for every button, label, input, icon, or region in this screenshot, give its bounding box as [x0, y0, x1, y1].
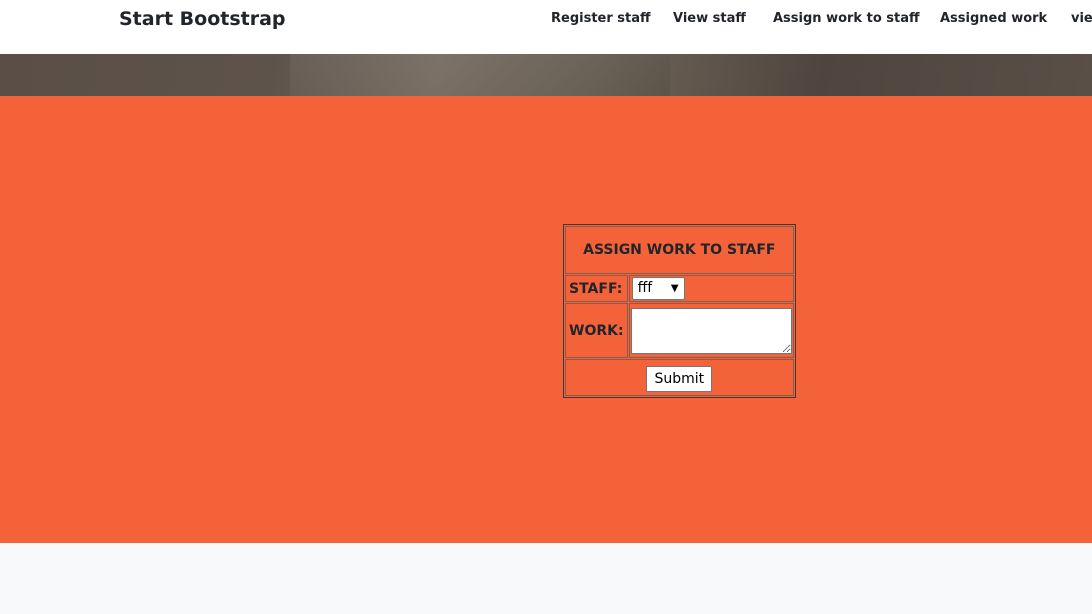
- nav-link-view-staff[interactable]: View staff: [673, 11, 746, 26]
- submit-cell: Submit: [565, 359, 794, 396]
- nav-link-assigned-work[interactable]: Assigned work: [940, 11, 1047, 26]
- top-navbar: Start Bootstrap Register staff View staf…: [0, 0, 1092, 54]
- work-textarea-cell: [628, 303, 794, 358]
- submit-button[interactable]: Submit: [646, 366, 713, 392]
- footer-area: [0, 543, 1092, 614]
- staff-label: STAFF:: [565, 275, 628, 302]
- staff-select[interactable]: fff ▼: [631, 277, 685, 300]
- nav-link-assign-work[interactable]: Assign work to staff: [773, 11, 920, 26]
- dropdown-arrow-icon: ▼: [670, 283, 679, 294]
- assign-work-form: ASSIGN WORK TO STAFF STAFF: fff ▼ WORK: …: [563, 224, 796, 398]
- work-label: WORK:: [565, 303, 628, 358]
- form-title: ASSIGN WORK TO STAFF: [565, 226, 794, 274]
- nav-links: Register staff View staff Assign work to…: [0, 11, 1092, 31]
- nav-link-register-staff[interactable]: Register staff: [551, 11, 651, 26]
- staff-select-cell: fff ▼: [628, 275, 794, 302]
- staff-select-value: fff: [637, 280, 653, 296]
- nav-link-view[interactable]: view: [1071, 11, 1092, 26]
- hero-background-image: [0, 54, 1092, 96]
- work-textarea[interactable]: [630, 307, 792, 354]
- masthead-section: [0, 96, 1092, 543]
